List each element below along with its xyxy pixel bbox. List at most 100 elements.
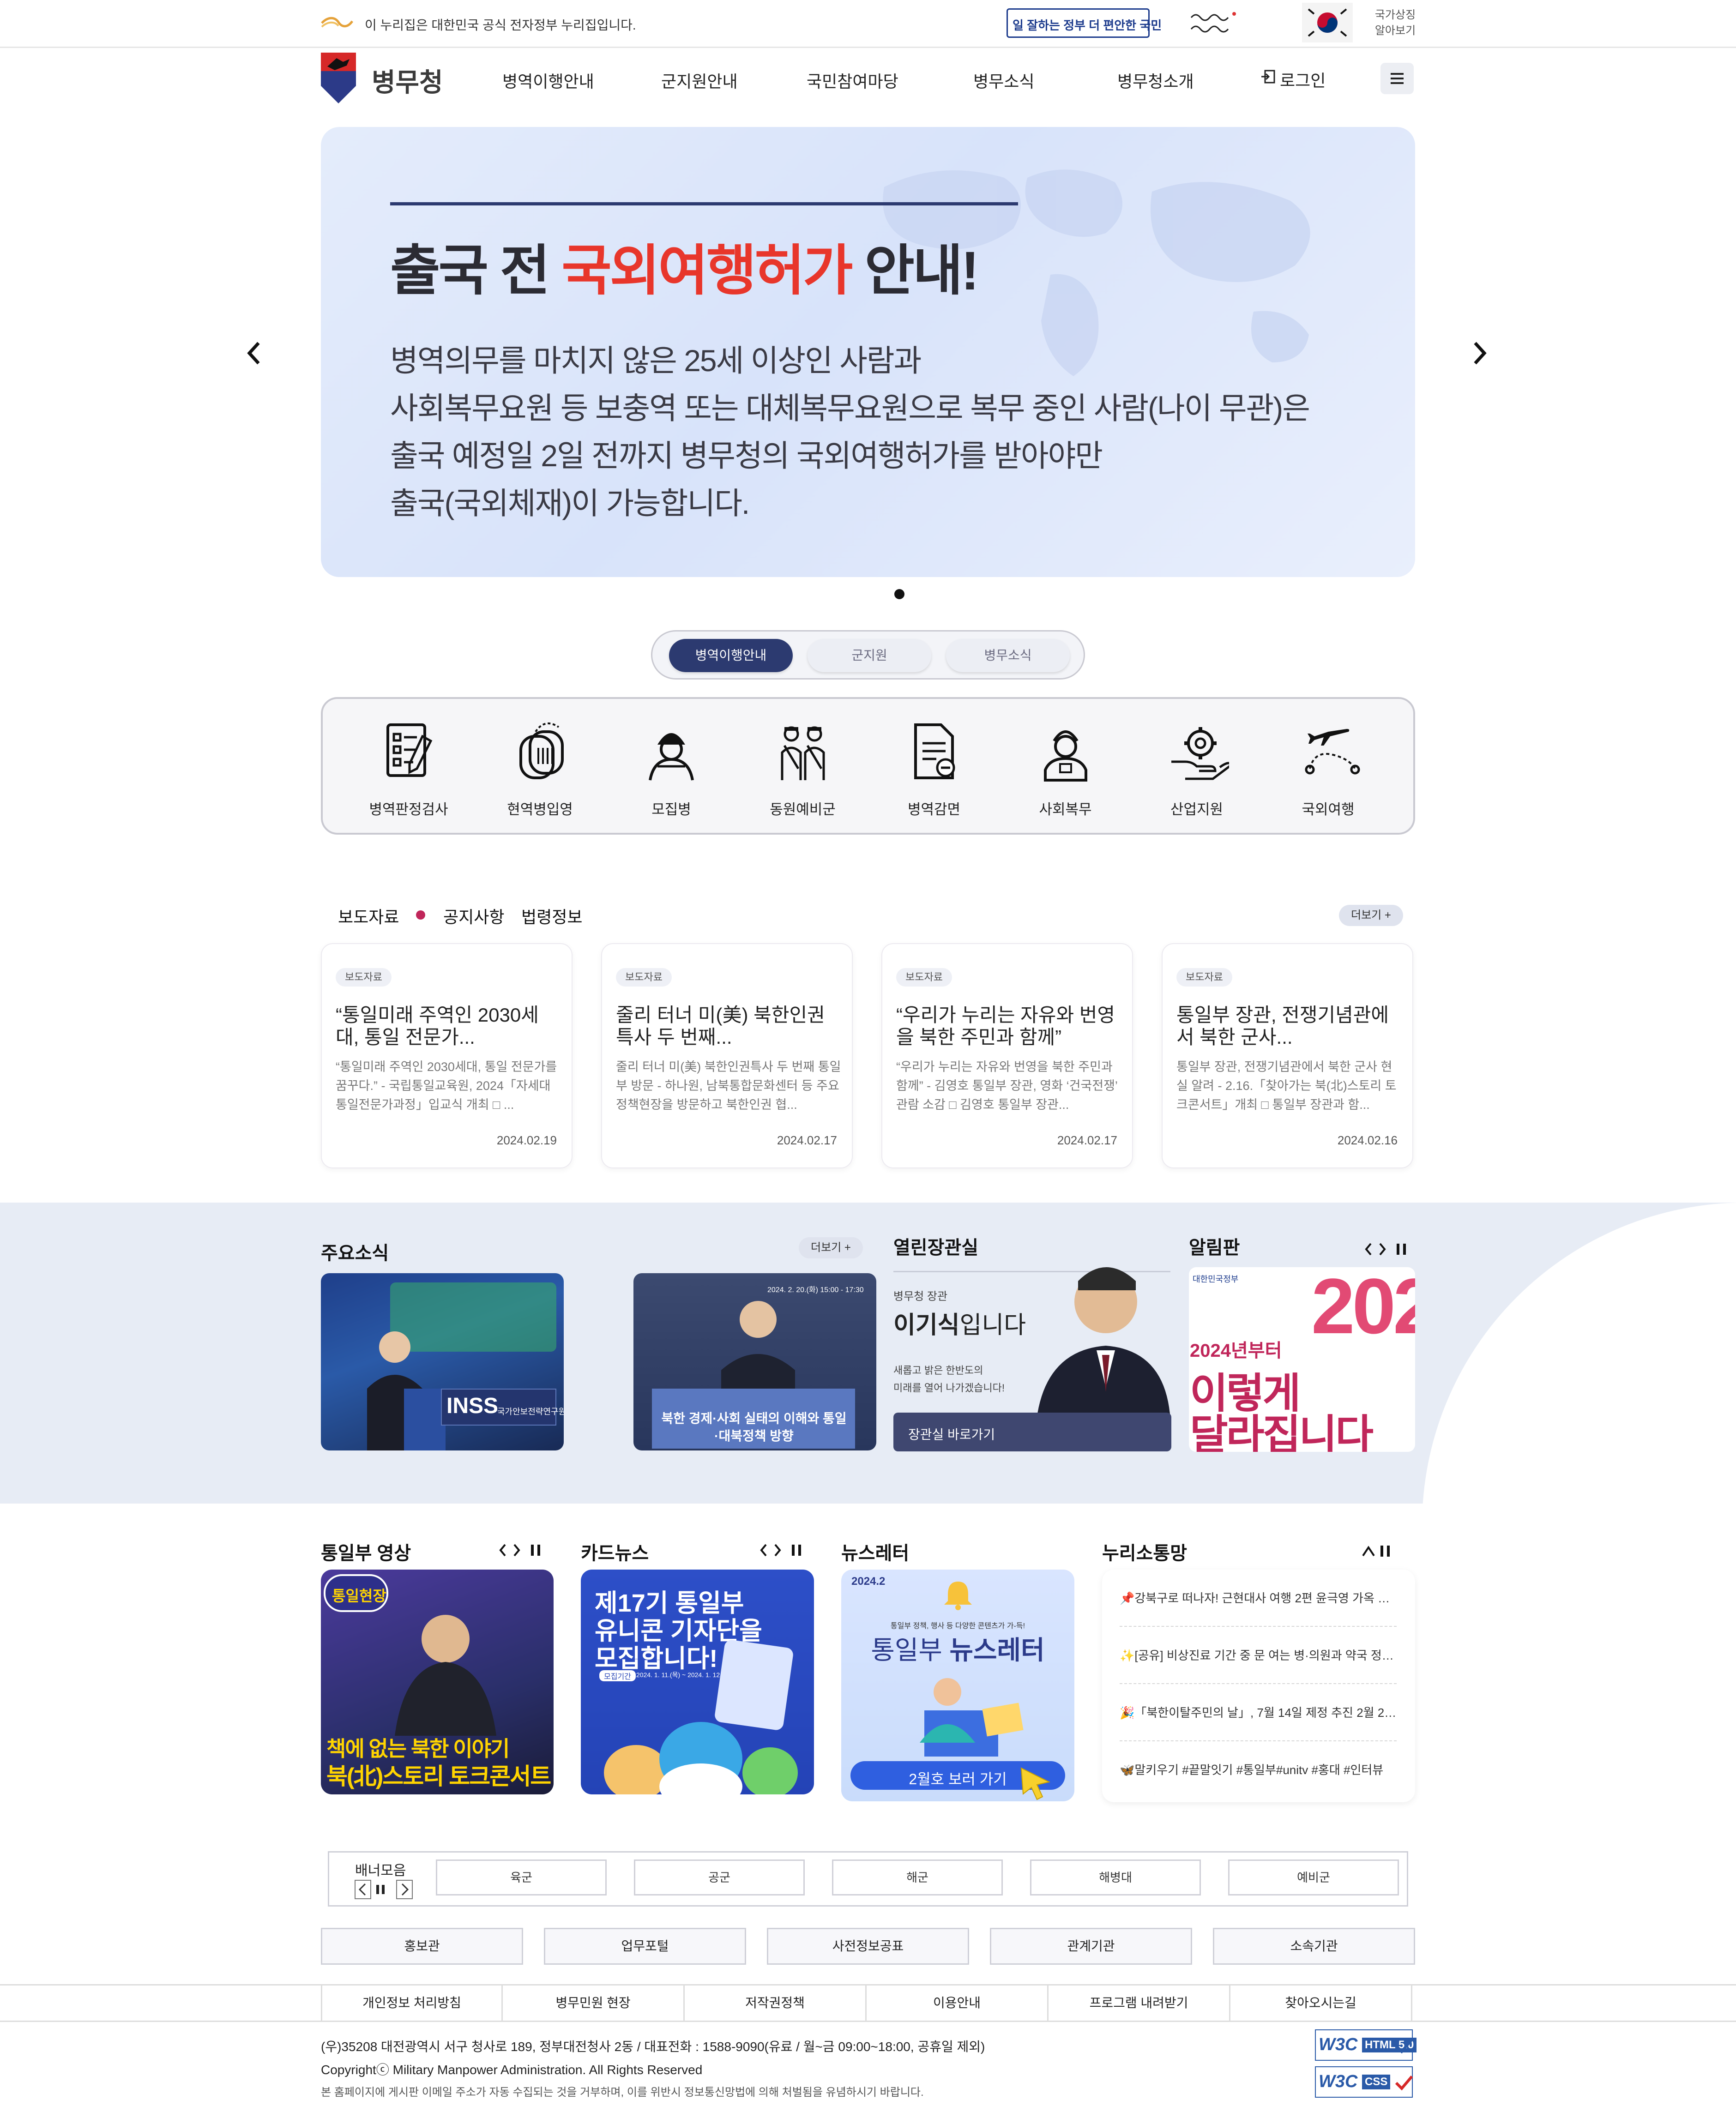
nav-item-military-support[interactable]: 군지원안내 [661, 68, 738, 92]
news-card[interactable]: 보도자료 “우리가 누리는 자유와 번영을 북한 주민과 함께” “우리가 누리는 … [881, 943, 1133, 1168]
newsletter-name-b: 뉴스레터 [949, 1636, 1045, 1665]
tab-service-guide[interactable]: 병역이행안내 [669, 639, 793, 672]
link-pr-hall[interactable]: 홍보관 [321, 1928, 523, 1965]
dog-tag-icon [519, 722, 564, 779]
newsletter-issue: 2024.2 [851, 1575, 886, 1588]
newsletter-title: 뉴스레터 [841, 1543, 910, 1564]
mma-logo-icon[interactable] [321, 53, 356, 103]
sns-controls[interactable] [1361, 1543, 1393, 1559]
menu-button[interactable] [1380, 63, 1414, 94]
nav-item-service-guide[interactable]: 병역이행안내 [502, 68, 594, 92]
footer-privacy-link[interactable]: 개인정보 처리방침 [321, 1985, 503, 2021]
national-symbol-link[interactable]: 국가상징 알아보기 [1372, 7, 1418, 39]
video-controls[interactable] [499, 1542, 549, 1558]
link-affiliated-orgs[interactable]: 소속기관 [1213, 1928, 1415, 1965]
banner-marines[interactable]: 해병대 [1030, 1859, 1201, 1895]
quick-item-6[interactable]: 산업지원 [1146, 718, 1248, 818]
hero-pager-dot[interactable] [894, 589, 904, 599]
w3c-css-badge[interactable]: W3C CSS [1315, 2066, 1413, 2098]
minister-name-bold: 이기식 [893, 1312, 960, 1339]
board-poster[interactable]: 대한민국정부 2024 2024년부터 이렇게 달라집니다 [1189, 1267, 1415, 1452]
cursor-pointer-icon [1020, 1767, 1050, 1800]
news-more-button[interactable]: 더보기 + [1339, 905, 1403, 926]
hero-prev-arrow-icon[interactable] [245, 339, 263, 367]
hero-next-arrow-icon[interactable] [1471, 339, 1489, 367]
major-news-photo-1[interactable]: INSS 국가안보전략연구원 [321, 1273, 564, 1450]
news-tab-notice[interactable]: 공지사항 [443, 904, 504, 928]
banner-controls[interactable] [354, 1879, 414, 1900]
podium-sign: INSS 국가안보전략연구원 [441, 1389, 564, 1426]
tab-military-support[interactable]: 군지원 [808, 639, 931, 672]
footer-guide-link[interactable]: 이용안내 [867, 1985, 1049, 2021]
taegukgi-icon[interactable] [1302, 3, 1353, 42]
news-card[interactable]: 보도자료 “통일미래 주역인 2030세대, 통일 전문가... “통일미래 주역인… [321, 943, 573, 1168]
board-controls[interactable] [1364, 1241, 1415, 1258]
unicorn-characters [604, 1722, 798, 1794]
banner-reserve[interactable]: 예비군 [1228, 1859, 1399, 1895]
quick-item-7[interactable]: 국외여행 [1278, 718, 1379, 818]
news-card[interactable]: 보도자료 줄리 터너 미(美) 북한인권특사 두 번째... 줄리 터너 미(美) … [601, 943, 853, 1168]
event-caption: 북한 경제·사회 실태의 이해와 통일·대북정책 방향 [661, 1411, 847, 1443]
banner-navy[interactable]: 해군 [832, 1859, 1003, 1895]
board-gov-label: 대한민국정부 [1193, 1275, 1239, 1284]
cardnews-controls[interactable] [760, 1542, 810, 1558]
footer-civil-link[interactable]: 병무민원 현장 [503, 1985, 685, 2021]
newsletter-thumbnail[interactable]: 2024.2 통일부 정책, 행사 등 다양한 콘텐츠가 가-득! 통일부 뉴스… [841, 1570, 1074, 1801]
banner-collection-label: 배너모음 [355, 1863, 406, 1878]
hero-banner[interactable]: 출국 전 국외여행허가 안내! 병역의무를 마치지 않은 25세 이상인 사람과… [321, 127, 1415, 577]
major-news-photo-2[interactable]: 2024. 2. 20.(화) 15:00 - 17:30 북한 경제·사회 실… [633, 1273, 876, 1450]
banner-airforce[interactable]: 공군 [634, 1859, 805, 1895]
nav-item-news[interactable]: 병무소식 [973, 68, 1034, 92]
checkmark-icon [1395, 2039, 1413, 2054]
tab-news[interactable]: 병무소식 [946, 639, 1070, 672]
news-card-title: “우리가 누리는 자유와 번영을 북한 주민과 함께” [896, 1004, 1115, 1048]
minister-name-rest: 입니다 [959, 1312, 1026, 1339]
sns-post[interactable]: 📌강북구로 떠나자! 근현대사 여행 2편 윤극영 가옥 한... [1120, 1570, 1397, 1627]
news-tab-law[interactable]: 법령정보 [521, 904, 582, 928]
checkmark-red-icon [1395, 2076, 1413, 2091]
quick-item-1[interactable]: 현역병입영 [489, 718, 591, 818]
news-card-date: 2024.02.17 [1057, 1133, 1117, 1147]
w3c-css-label: CSS [1362, 2075, 1391, 2089]
hero-body: 병역의무를 마치지 않은 25세 이상인 사람과 사회복무요원 등 보충역 또는… [390, 337, 1310, 527]
cardnews-thumbnail[interactable]: 제17기 통일부 유니콘 기자단을 모집합니다! 모집기간 2024. 1. 1… [581, 1570, 814, 1794]
news-card-title: 통일부 장관, 전쟁기념관에서 북한 군사... [1176, 1004, 1389, 1048]
quick-item-label: 병역감면 [907, 801, 961, 818]
quick-item-3[interactable]: 동원예비군 [752, 718, 854, 818]
cardnews-chip: 모집기간 [599, 1670, 636, 1681]
sns-post[interactable]: ✨[공유] 비상진료 기간 중 문 여는 병·의원과 약국 정보,... [1120, 1627, 1397, 1684]
news-card-badge: 보도자료 [616, 968, 672, 987]
quick-item-label: 사회복무 [1039, 801, 1092, 818]
quick-item-4[interactable]: 병역감면 [883, 718, 985, 818]
link-work-portal[interactable]: 업무포털 [544, 1928, 746, 1965]
hero-title: 출국 전 국외여행허가 안내! [390, 226, 979, 305]
sns-post[interactable]: 🦋말키우기 #끝말잇기 #통일부#unitv #홍대 #인터뷰 [1120, 1741, 1397, 1799]
news-tab-press[interactable]: 보도자료 [338, 904, 399, 928]
quick-item-5[interactable]: 사회복무 [1015, 718, 1116, 818]
news-card-desc: 줄리 터너 미(美) 북한인권특사 두 번째 통일부 방문 - 하나원, 남북통… [616, 1060, 841, 1112]
quick-item-0[interactable]: 병역판정검사 [358, 718, 459, 818]
hero-title-a: 출국 전 [390, 241, 562, 301]
link-info-disclosure[interactable]: 사전정보공표 [767, 1928, 969, 1965]
quick-item-2[interactable]: 모집병 [621, 718, 722, 818]
slogan-banner[interactable]: 일 잘하는 정부 더 편안한 국민 [1007, 8, 1162, 38]
footer-directions-link[interactable]: 찾아오시는길 [1230, 1985, 1412, 2021]
nav-item-participation[interactable]: 국민참여마당 [807, 68, 898, 92]
footer-download-link[interactable]: 프로그램 내려받기 [1049, 1985, 1230, 2021]
news-card[interactable]: 보도자료 통일부 장관, 전쟁기념관에서 북한 군사... 통일부 장관, 전쟁기념… [1162, 943, 1413, 1168]
major-news-more-button[interactable]: 더보기 + [799, 1237, 863, 1258]
sns-post[interactable]: 🎉「북한이탈주민의 날」, 7월 14일 제정 추진 2월 21일, ... [1120, 1684, 1397, 1741]
video-thumbnail[interactable]: 통일현장 책에 없는 북한 이야기 북(北)스토리 토크콘서트 [321, 1570, 554, 1794]
nav-item-about[interactable]: 병무청소개 [1117, 68, 1194, 92]
board-line-1: 2024년부터 [1190, 1341, 1282, 1361]
speaker-figure [367, 1331, 446, 1450]
soldier-icon [649, 733, 694, 781]
w3c-html-badge[interactable]: W3C HTML 5.0 [1315, 2029, 1417, 2061]
logo-text[interactable]: 병무청 [372, 62, 443, 99]
footer-copyright-link[interactable]: 저작권정책 [685, 1985, 867, 2021]
minister-office-button[interactable]: 장관실 바로가기 [893, 1413, 1171, 1451]
link-related-orgs[interactable]: 관계기관 [990, 1928, 1192, 1965]
banner-army[interactable]: 육군 [436, 1859, 607, 1895]
hero-line-1: 병역의무를 마치지 않은 25세 이상인 사람과 [390, 343, 922, 378]
checklist-pen-icon [386, 723, 433, 777]
